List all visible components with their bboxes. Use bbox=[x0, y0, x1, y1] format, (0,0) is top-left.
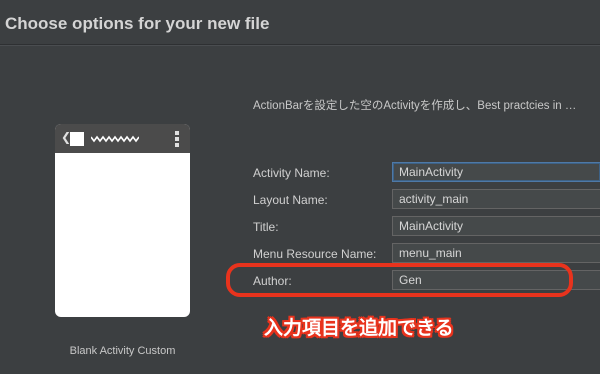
form-row-menu-resource-name: Menu Resource Name: bbox=[0, 243, 600, 265]
header-divider bbox=[0, 44, 600, 45]
annotation-callout: 入力項目を追加できる bbox=[264, 318, 454, 339]
template-name: Blank Activity Custom bbox=[69, 345, 176, 357]
title-placeholder-icon bbox=[91, 135, 139, 143]
menu-resource-name-label: Menu Resource Name: bbox=[253, 247, 377, 261]
app-icon bbox=[70, 132, 84, 146]
form-row-title: Title: bbox=[0, 216, 600, 238]
menu-resource-name-field[interactable] bbox=[392, 243, 600, 263]
title-field[interactable] bbox=[392, 216, 600, 236]
author-highlight-ring bbox=[226, 263, 573, 297]
form-row-activity-name: Activity Name: bbox=[0, 162, 600, 184]
phone-action-bar: ❮ bbox=[55, 124, 190, 153]
layout-name-field[interactable] bbox=[392, 189, 600, 209]
activity-name-field[interactable] bbox=[392, 162, 600, 182]
layout-name-label: Layout Name: bbox=[253, 193, 328, 207]
template-description: ActionBarを設定した空のActivityを作成し、Best practc… bbox=[253, 100, 577, 112]
title-label: Title: bbox=[253, 220, 279, 234]
form-row-layout-name: Layout Name: bbox=[0, 189, 600, 211]
overflow-menu-icon bbox=[175, 131, 179, 147]
activity-name-label: Activity Name: bbox=[253, 166, 330, 180]
dialog-title: Choose options for your new file bbox=[5, 14, 270, 33]
